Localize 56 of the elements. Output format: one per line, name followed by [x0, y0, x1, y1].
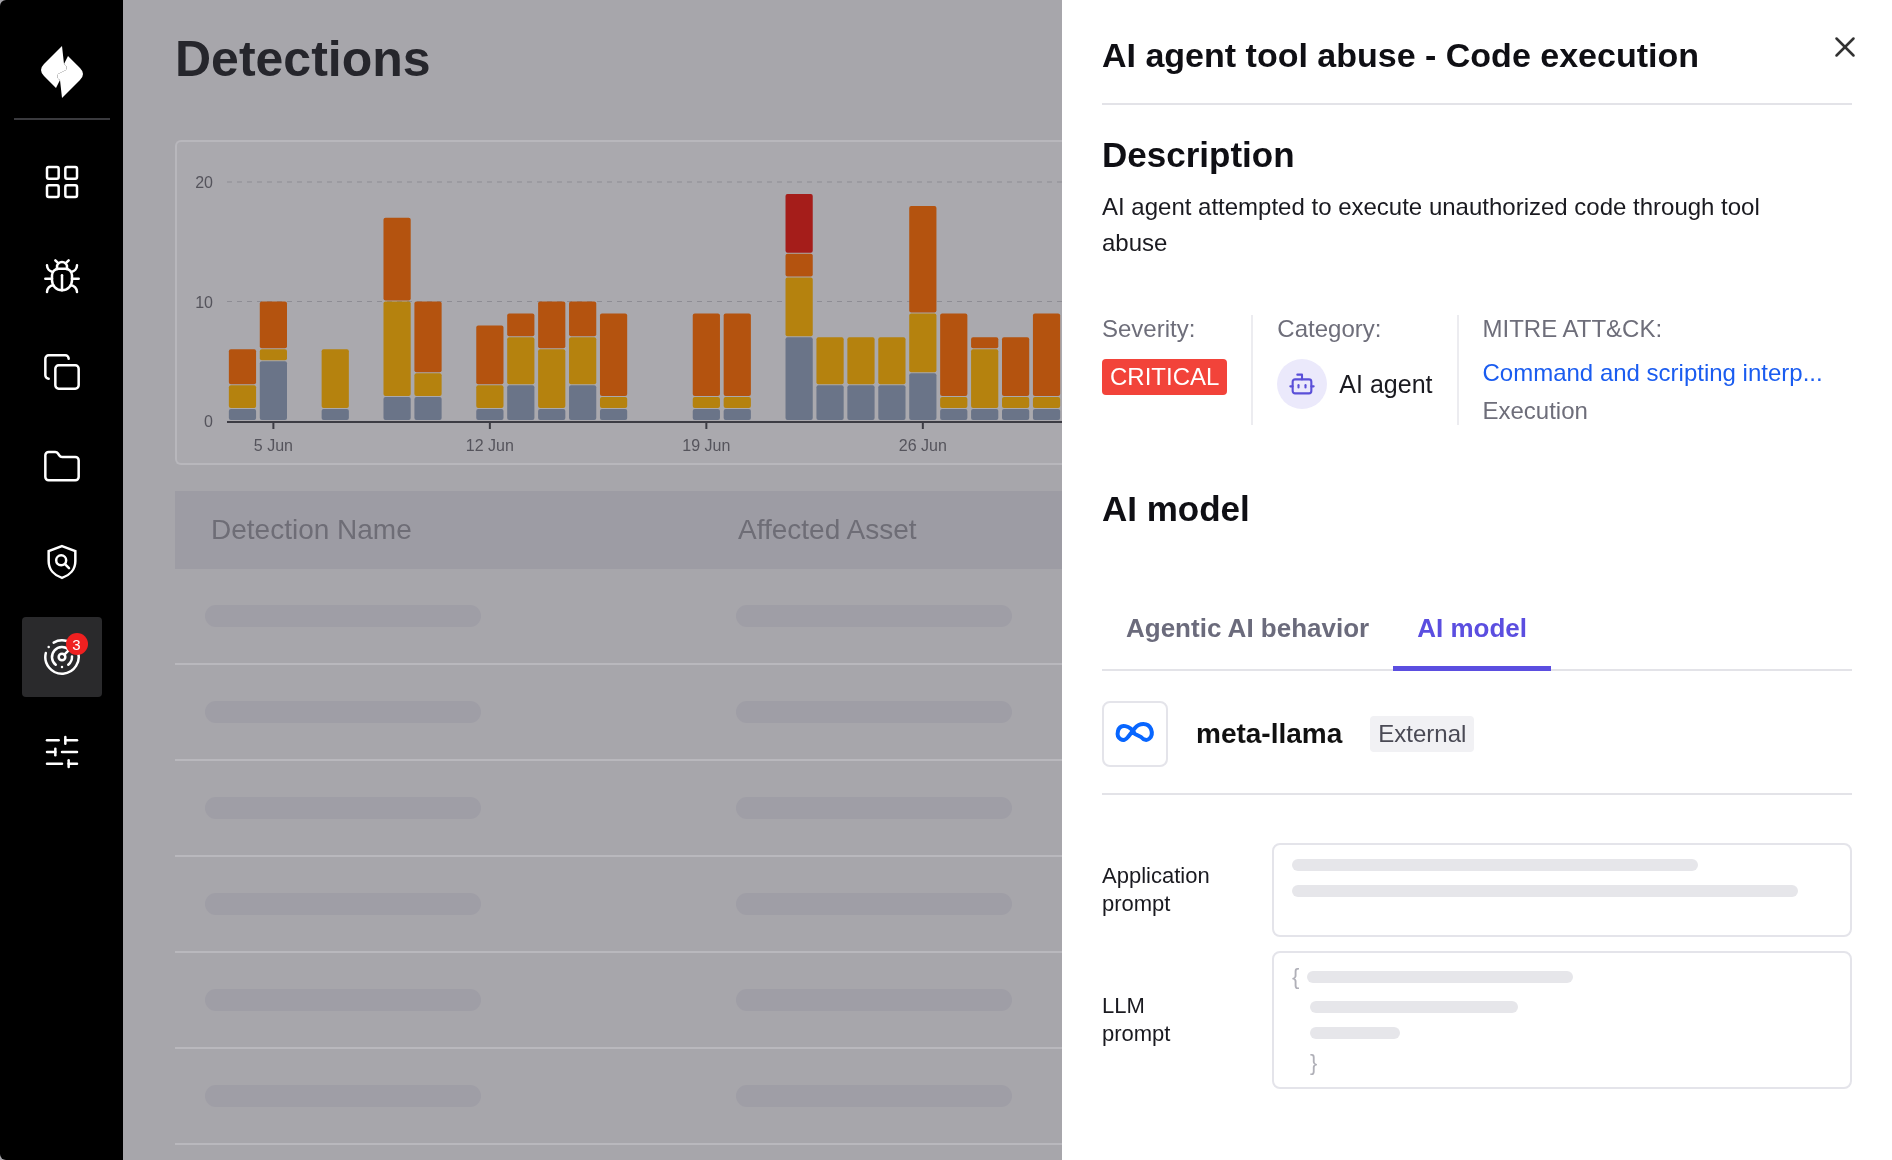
tab[interactable]: Agentic AI behavior [1102, 599, 1394, 671]
prompt-label: LLM prompt [1102, 992, 1171, 1048]
nav-button[interactable]: 3 [21, 617, 102, 697]
severity-badge: CRITICAL [1102, 359, 1228, 395]
bar [414, 397, 442, 420]
description-text: AI agent attempted to execute unauthorized code through tool abuse [1102, 192, 1761, 258]
axis-label: 10 [195, 293, 213, 311]
count-badge: 3 [65, 633, 88, 655]
tick-mark [272, 422, 275, 430]
bar [569, 301, 597, 337]
tick-mark [705, 422, 708, 430]
axis-label: 26 Jun [898, 437, 947, 454]
axis-label: 20 [195, 174, 213, 191]
category-value: AI agent [1339, 369, 1433, 399]
tab[interactable]: AI model [1393, 599, 1551, 671]
bar [847, 385, 875, 420]
model-name: meta-llama [1196, 718, 1343, 750]
bar [847, 337, 875, 385]
bar [816, 385, 844, 420]
bar [878, 337, 906, 385]
robot-icon [1277, 359, 1328, 409]
tactic-text: Execution [1482, 397, 1589, 425]
bar [1002, 409, 1030, 420]
brace-text: } [1310, 1053, 1319, 1073]
field-label: Severity: [1102, 315, 1197, 343]
copy-icon [41, 352, 82, 392]
bar [816, 337, 844, 385]
field-label: Category: [1277, 315, 1383, 343]
technique-link[interactable]: Command and scripting interp... [1482, 359, 1823, 387]
bar [569, 337, 597, 385]
page-title: Detections [175, 30, 432, 88]
axis-label: 19 Jun [682, 437, 731, 454]
bar [538, 301, 566, 349]
bar [878, 385, 906, 420]
axis-label: 0 [204, 413, 213, 430]
axis-label: 5 Jun [253, 437, 293, 454]
bar [723, 409, 751, 420]
bar [909, 373, 937, 420]
drawer-title: AI agent tool abuse - Code execution [1102, 36, 1699, 75]
prompt-label: Application prompt [1102, 862, 1210, 918]
tick-mark [921, 422, 924, 430]
bar [569, 385, 597, 420]
bar [940, 409, 968, 420]
section-heading: Description [1102, 135, 1296, 175]
axis-label: 12 Jun [465, 437, 514, 454]
model-tag: External [1370, 716, 1475, 752]
section-heading: AI model [1102, 489, 1251, 529]
tick-mark [488, 422, 491, 430]
bar [1032, 409, 1061, 420]
brace-text: { [1292, 967, 1300, 987]
field-label: MITRE ATT&CK: [1482, 315, 1664, 343]
bar [507, 385, 535, 420]
bar [599, 409, 628, 420]
infinity-logo-icon [1102, 701, 1168, 767]
radar-icon [41, 637, 82, 677]
bar [692, 409, 720, 420]
